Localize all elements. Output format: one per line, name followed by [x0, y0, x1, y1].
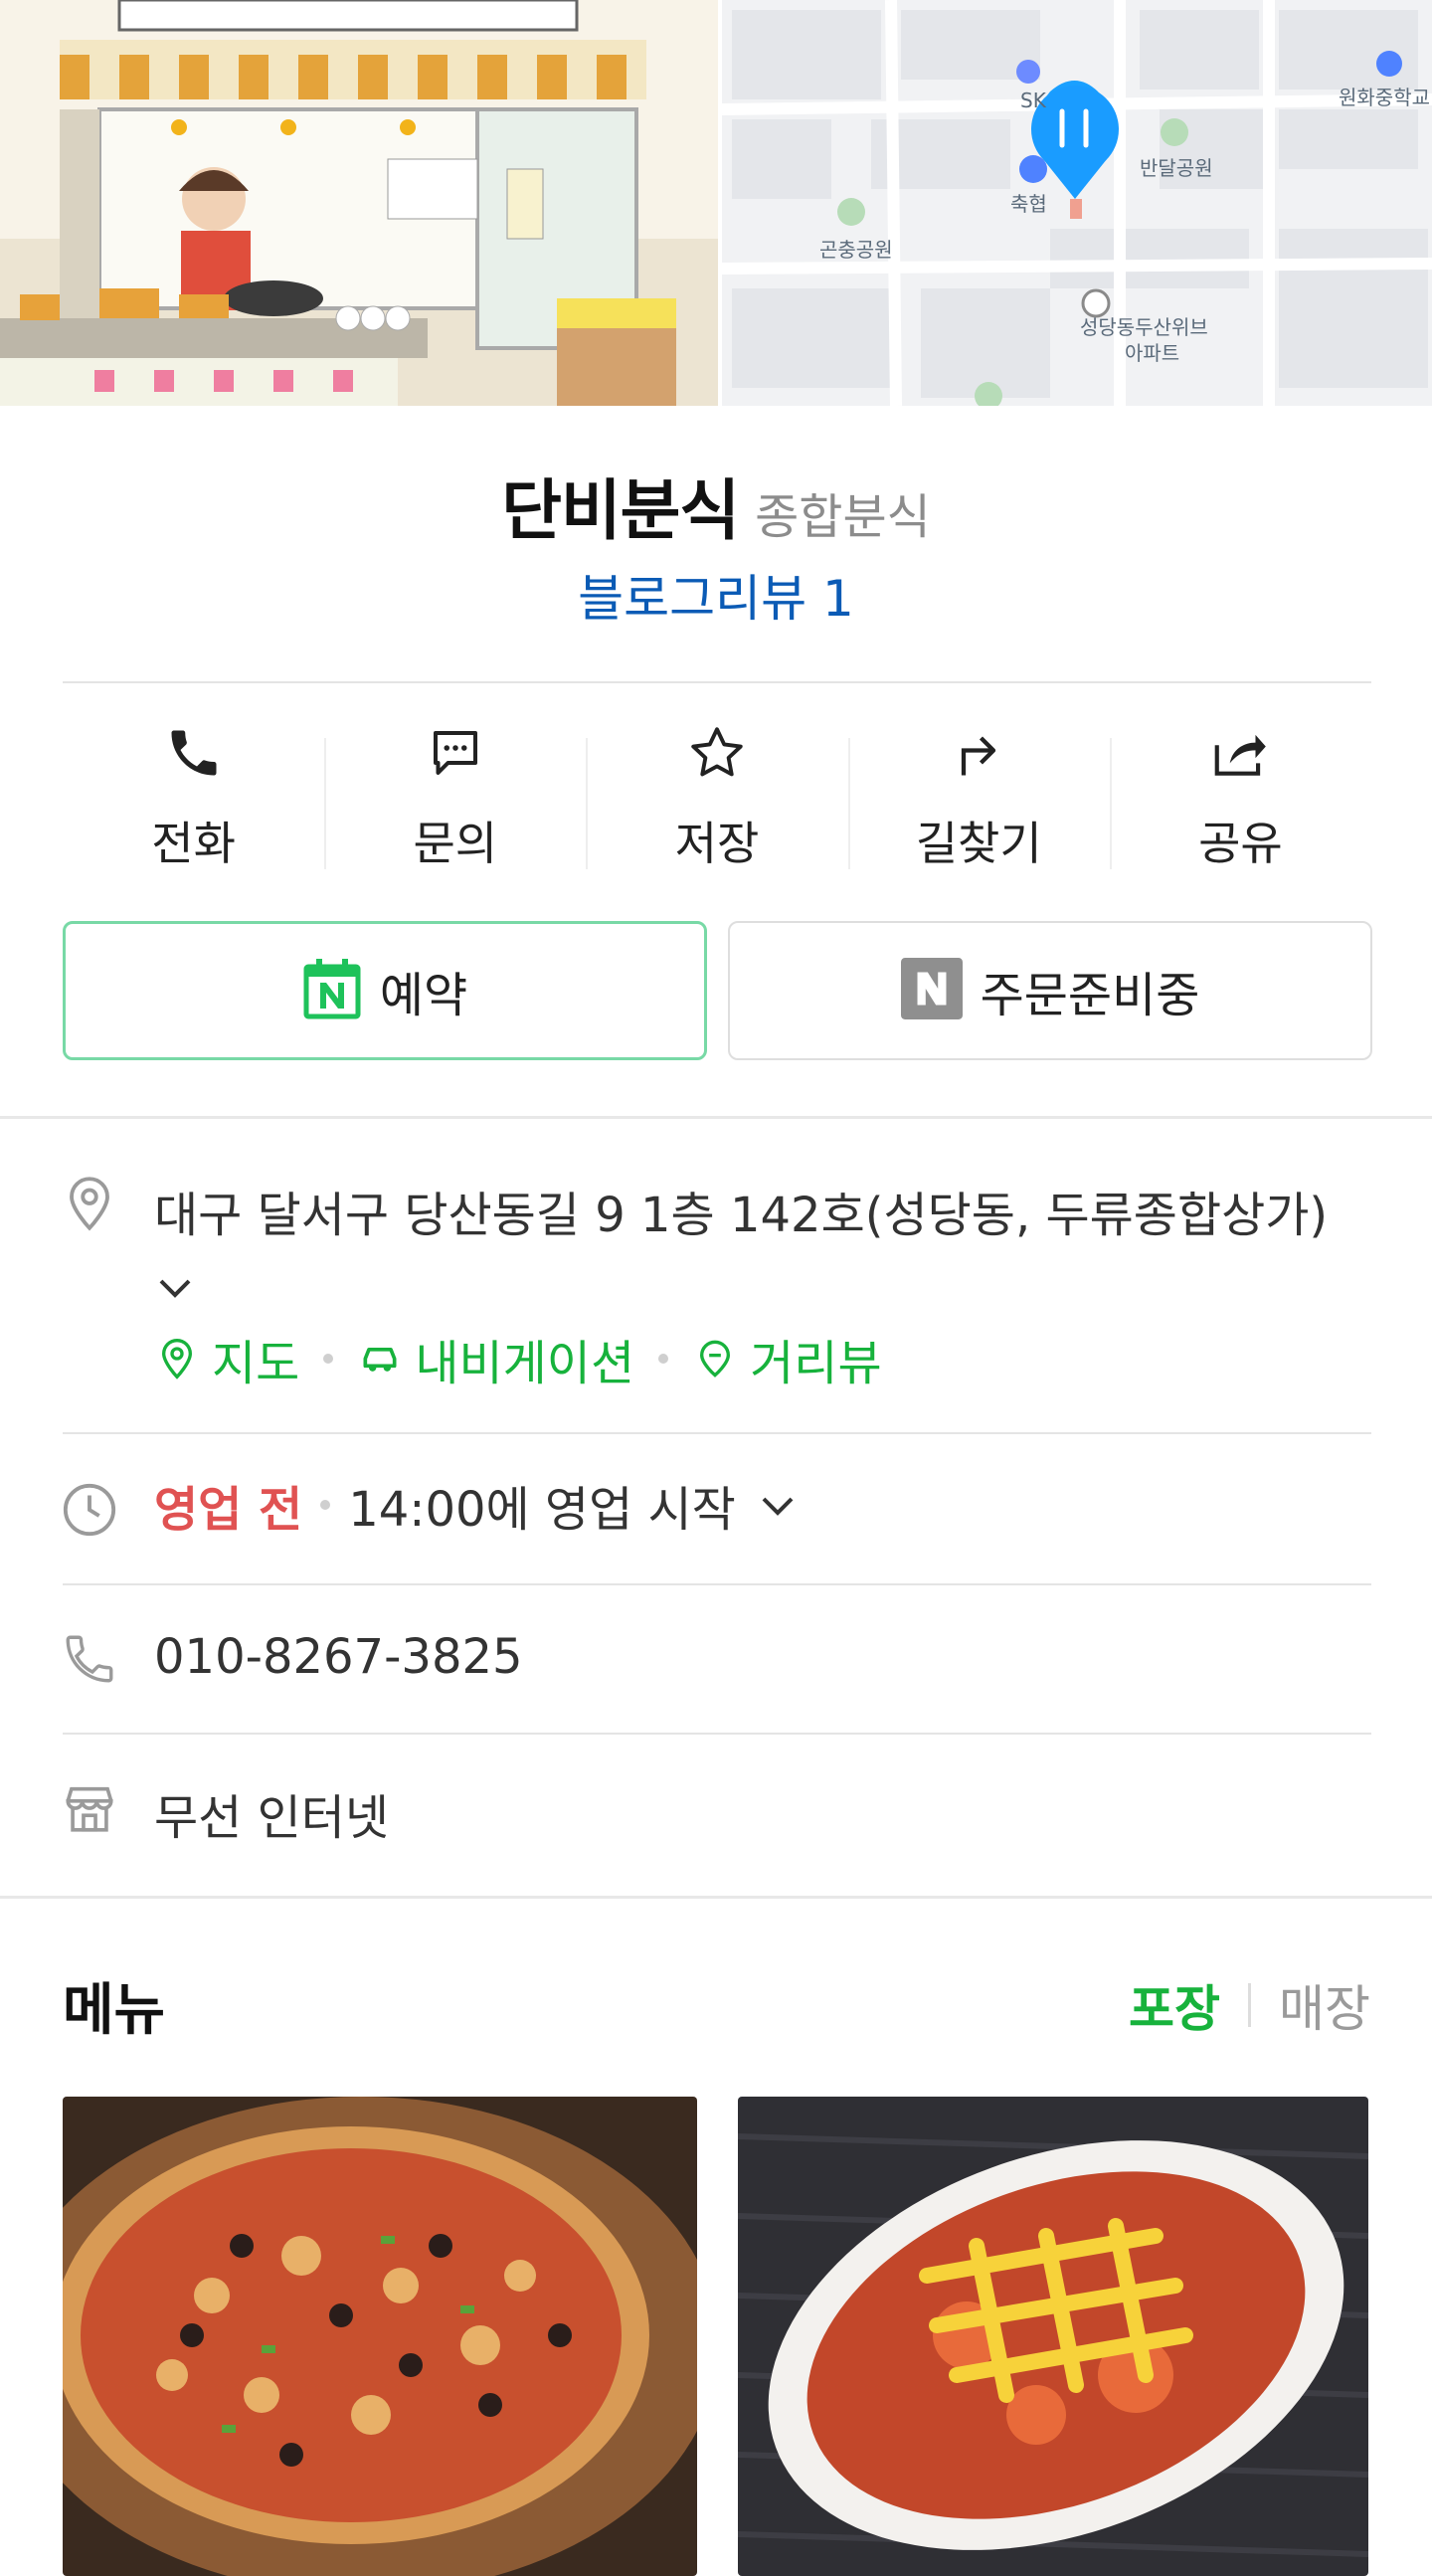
map-label: 아파트 [1125, 341, 1179, 365]
map-link-label: 지도 [212, 1336, 300, 1391]
divider [63, 681, 1371, 683]
call-button[interactable]: 전화 [63, 720, 324, 879]
divider [63, 1432, 1371, 1434]
directions-icon [946, 720, 1011, 786]
save-label: 저장 [674, 817, 760, 870]
divider [63, 1733, 1371, 1735]
map-label: 성당동두산위브 [1080, 315, 1208, 339]
order-label: 주문준비중 [980, 968, 1200, 1023]
separator-dot [320, 1500, 331, 1510]
save-button[interactable]: 저장 [586, 720, 847, 879]
navigation-link-label: 내비게이션 [415, 1336, 635, 1391]
separator-dot [323, 1354, 334, 1364]
map-label: 원화중학교 [1339, 86, 1430, 109]
hero-images: 원화중학교 SK 반달공원 축협 곤충공원 성당동두산위브 아파트 [0, 0, 1432, 406]
street-view-icon [692, 1336, 738, 1381]
naver-calendar-icon [302, 957, 362, 1024]
separator-dot [658, 1354, 669, 1364]
blog-review-link[interactable]: 블로그리뷰 1 [0, 559, 1432, 631]
inquiry-button[interactable]: 문의 [324, 720, 586, 879]
amenity-text: 무선 인터넷 [154, 1790, 390, 1846]
map-label: 곤충공원 [819, 238, 893, 262]
phone-number[interactable]: 010-8267-3825 [154, 1629, 523, 1685]
phone-icon [161, 720, 227, 786]
hours-expand-chevron-icon [754, 1481, 802, 1529]
inquiry-label: 문의 [413, 817, 498, 870]
hours-status: 영업 전 [154, 1482, 303, 1538]
tab-takeout[interactable]: 포장 [1129, 1969, 1220, 2041]
map-label: SK [1020, 89, 1047, 112]
street-view-link[interactable]: 거리뷰 [692, 1324, 882, 1393]
tab-dine-in[interactable]: 매장 [1279, 1969, 1370, 2041]
business-hours[interactable]: 영업 전 14:00에 영업 시작 [154, 1470, 802, 1540]
map-label: 축협 [1010, 192, 1047, 216]
phone-outline-icon [60, 1629, 119, 1689]
place-category: 종합분식 [755, 489, 931, 545]
order-button[interactable]: 주문준비중 [728, 921, 1372, 1060]
call-label: 전화 [151, 817, 236, 870]
map-label: 반달공원 [1140, 156, 1213, 180]
store-photo[interactable] [0, 0, 718, 406]
address-links: 지도 내비게이션 거리뷰 [154, 1324, 882, 1393]
location-map[interactable]: 원화중학교 SK 반달공원 축협 곤충공원 성당동두산위브 아파트 [722, 0, 1432, 406]
section-divider [0, 1896, 1432, 1899]
store-icon [60, 1778, 119, 1838]
menu-section-title: 메뉴 [63, 1978, 166, 2043]
car-icon [357, 1336, 403, 1381]
address-text: 대구 달서구 당산동길 9 1층 142호(성당동, 두류종합상가) [154, 1188, 1329, 1243]
tab-separator [1248, 1983, 1251, 2027]
address-expand-chevron-icon[interactable] [151, 1263, 199, 1311]
directions-button[interactable]: 길찾기 [847, 720, 1110, 879]
menu-item-image-tteokbokki[interactable] [738, 2097, 1368, 2576]
location-pin-icon [60, 1174, 119, 1233]
naver-n-icon [900, 958, 963, 1023]
reserve-button[interactable]: 예약 [63, 921, 707, 1060]
map-pin-icon [154, 1336, 200, 1381]
directions-label: 길찾기 [915, 817, 1042, 870]
reserve-label: 예약 [379, 968, 468, 1023]
menu-tabs: 포장 매장 [1129, 1969, 1370, 2041]
clock-icon [60, 1480, 119, 1540]
street-view-link-label: 거리뷰 [750, 1336, 882, 1391]
share-label: 공유 [1198, 817, 1283, 870]
place-name: 단비분식 [501, 472, 740, 549]
chat-icon [423, 720, 488, 786]
navigation-link[interactable]: 내비게이션 [357, 1324, 634, 1393]
menu-item-image-pizza[interactable] [63, 2097, 697, 2576]
map-link[interactable]: 지도 [154, 1324, 299, 1393]
action-bar: 전화 문의 저장 길찾기 공유 [63, 720, 1371, 879]
share-button[interactable]: 공유 [1109, 720, 1371, 879]
place-title-row: 단비분식 종합분식 [0, 458, 1432, 553]
share-icon [1207, 720, 1273, 786]
divider [63, 1583, 1371, 1585]
hours-text: 14:00에 영업 시작 [348, 1482, 736, 1538]
star-icon [684, 720, 750, 786]
section-divider [0, 1116, 1432, 1119]
